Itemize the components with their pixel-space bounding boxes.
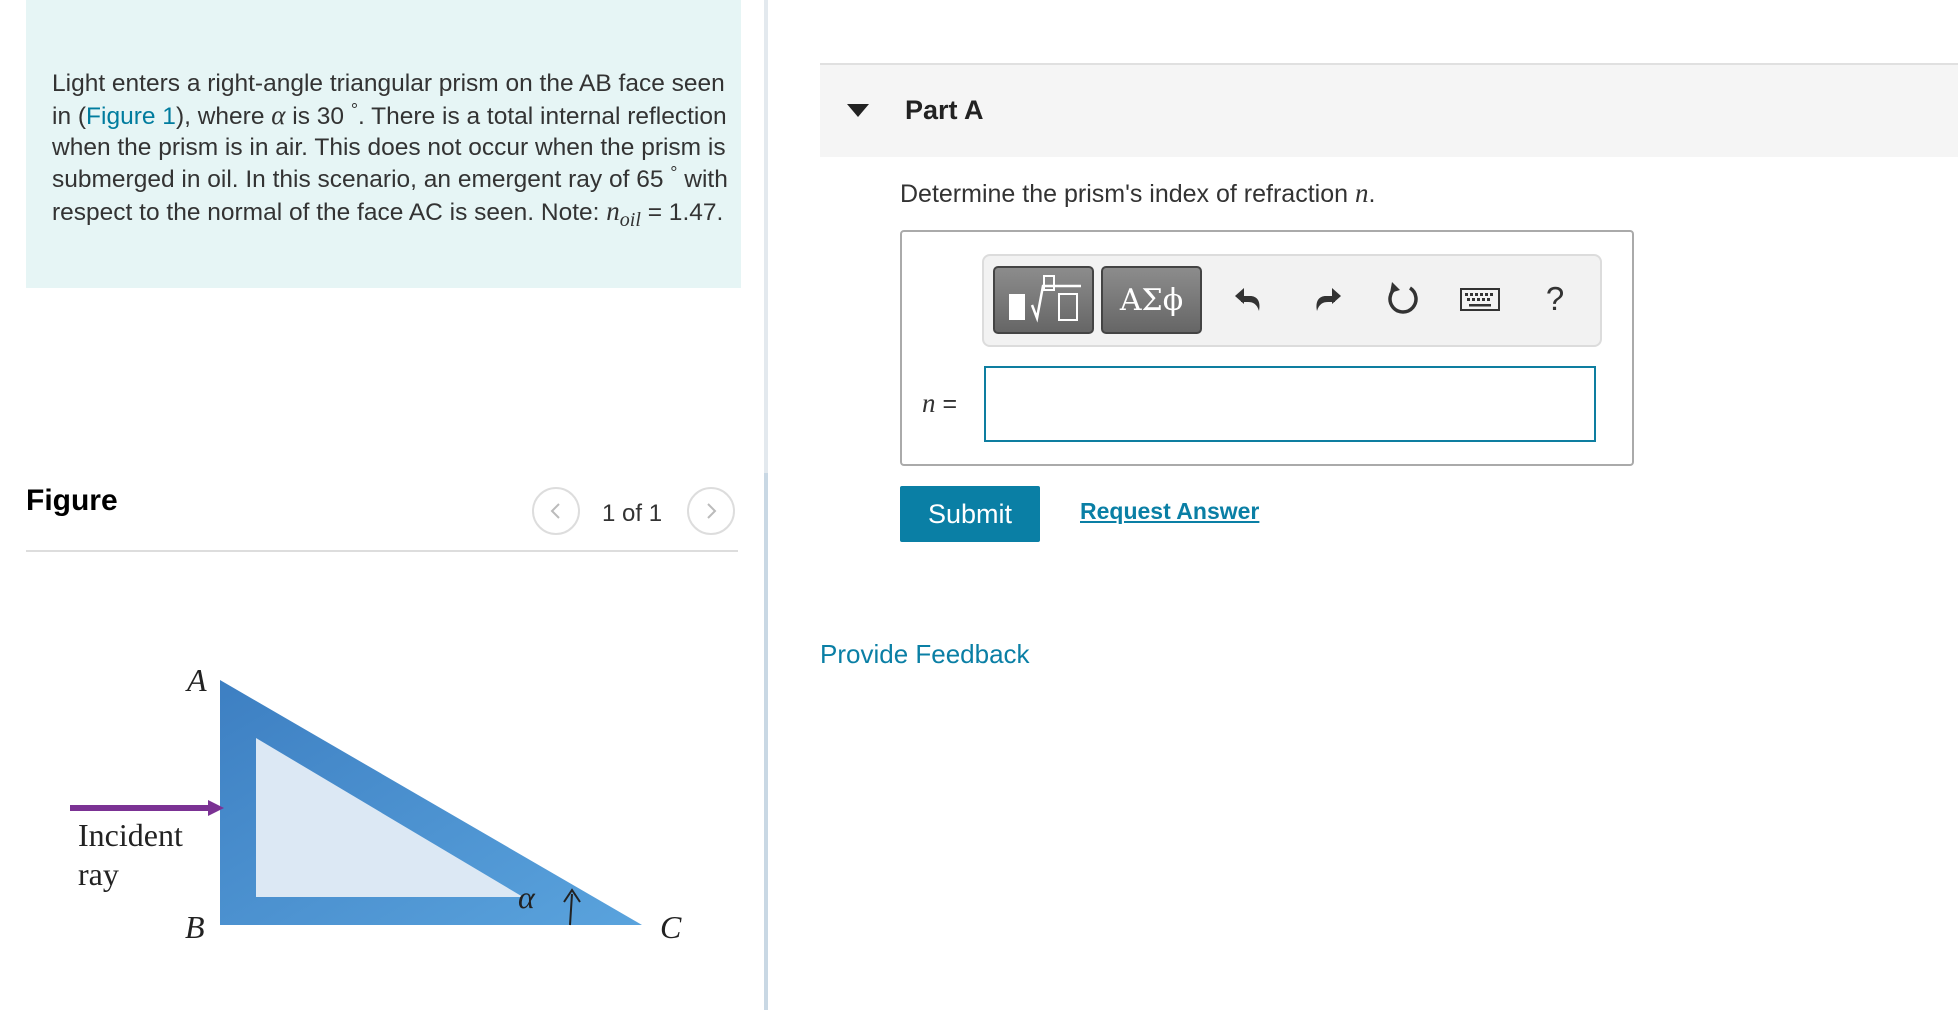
redo-button[interactable] bbox=[1304, 276, 1350, 322]
problem-text-2: ), where bbox=[175, 102, 272, 130]
keyboard-button[interactable] bbox=[1457, 276, 1503, 322]
provide-feedback-link[interactable]: Provide Feedback bbox=[820, 639, 1030, 670]
incident-label: Incident bbox=[78, 817, 183, 853]
collapse-triangle-icon[interactable] bbox=[847, 104, 869, 117]
question-text: Determine the prism's index of refractio… bbox=[900, 180, 1355, 208]
undo-icon bbox=[1235, 288, 1260, 311]
problem-statement-box: Light enters a right-angle triangular pr… bbox=[26, 0, 741, 288]
request-answer-link[interactable]: Request Answer bbox=[1080, 498, 1259, 525]
figure-title: Figure bbox=[26, 484, 118, 517]
vertex-a-label: A bbox=[185, 662, 207, 698]
ray-label: ray bbox=[78, 856, 119, 892]
answer-n-symbol: n bbox=[922, 388, 936, 418]
previous-figure-button[interactable] bbox=[532, 487, 580, 535]
prism-figure: A B C Incident ray α bbox=[70, 662, 682, 945]
degree-symbol: ° bbox=[350, 99, 359, 120]
greek-symbols-button[interactable]: ΑΣϕ bbox=[1101, 266, 1202, 334]
part-title[interactable]: Part A bbox=[905, 95, 984, 126]
problem-text: Light enters a right-angle triangular pr… bbox=[52, 68, 732, 236]
question-prompt: Determine the prism's index of refractio… bbox=[900, 178, 1375, 209]
question-n-symbol: n bbox=[1354, 178, 1369, 208]
question-period: . bbox=[1368, 180, 1376, 208]
help-button[interactable]: ? bbox=[1532, 276, 1578, 322]
alpha-angle-label: α bbox=[518, 879, 536, 915]
column-divider-scroll[interactable] bbox=[764, 473, 768, 1010]
reset-button[interactable] bbox=[1381, 276, 1427, 322]
keyboard-icon bbox=[1460, 288, 1500, 311]
chevron-right-icon bbox=[707, 503, 717, 519]
oil-subscript: oil bbox=[619, 208, 641, 231]
answer-label: n = bbox=[922, 388, 957, 419]
submit-button[interactable]: Submit bbox=[900, 486, 1040, 542]
figure-link[interactable]: Figure 1 bbox=[86, 103, 176, 130]
templates-icon bbox=[1008, 275, 1081, 323]
problem-text-6: = 1.47. bbox=[640, 198, 724, 226]
chevron-left-icon bbox=[550, 503, 560, 519]
problem-text-3: is 30 bbox=[285, 102, 351, 130]
answer-equals: = bbox=[935, 390, 958, 418]
vertex-c-label: C bbox=[660, 909, 682, 945]
n-symbol: n bbox=[606, 195, 620, 226]
part-a-header[interactable] bbox=[820, 65, 1958, 157]
reset-icon bbox=[1388, 282, 1418, 314]
templates-button[interactable] bbox=[993, 266, 1094, 334]
figure-divider bbox=[26, 550, 738, 552]
undo-button[interactable] bbox=[1226, 276, 1272, 322]
next-figure-button[interactable] bbox=[687, 487, 735, 535]
alpha-symbol: α bbox=[271, 99, 286, 130]
vertex-b-label: B bbox=[185, 909, 205, 945]
redo-icon bbox=[1316, 288, 1341, 311]
answer-input[interactable] bbox=[984, 366, 1596, 442]
figure-counter: 1 of 1 bbox=[602, 500, 663, 527]
